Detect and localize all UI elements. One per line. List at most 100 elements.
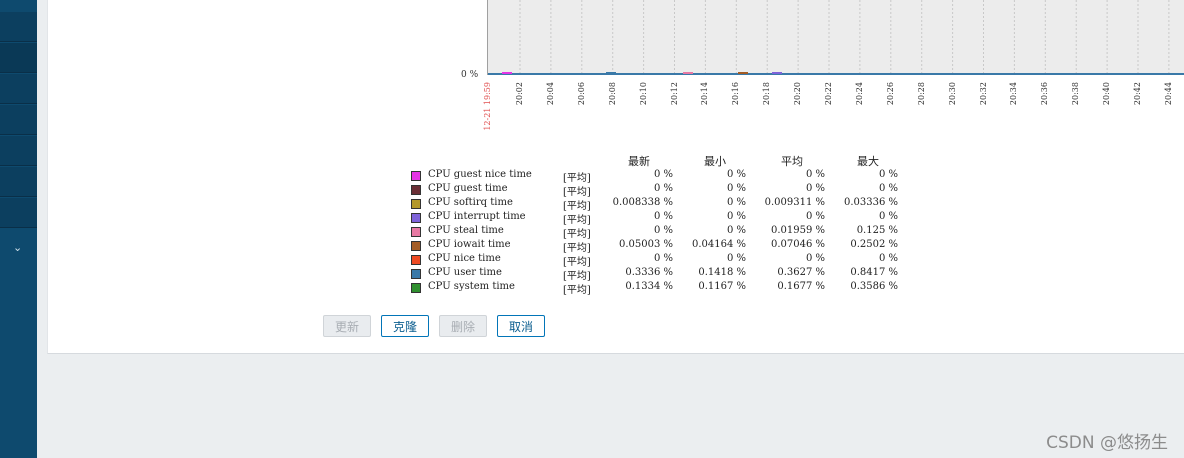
sidebar-item[interactable] xyxy=(0,74,37,104)
legend-item-last: 0.1334 % xyxy=(625,281,673,292)
legend-item-min: 0 % xyxy=(726,211,746,222)
legend-item-last: 0 % xyxy=(653,169,673,180)
legend-swatch xyxy=(411,213,421,223)
legend-item-name: CPU interrupt time xyxy=(428,211,526,222)
legend-item-name: CPU softirq time xyxy=(428,197,513,208)
legend-item-function: [平均] xyxy=(563,271,591,282)
watermark: CSDN @悠扬生 xyxy=(1046,433,1168,453)
legend-item: CPU interrupt time [平均] 0 % 0 % 0 % 0 % xyxy=(411,211,911,226)
sidebar: ⌄ xyxy=(0,0,37,458)
legend-item: CPU steal time [平均] 0 % 0 % 0.01959 % 0.125 % xyxy=(411,225,911,240)
legend-swatch xyxy=(411,255,421,265)
legend-item-min: 0 % xyxy=(726,169,746,180)
legend-item-last: 0 % xyxy=(653,211,673,222)
legend-item: CPU iowait time [平均] 0.05003 % 0.04164 % 0.0… xyxy=(411,239,911,254)
sidebar-item[interactable] xyxy=(0,136,37,166)
legend-item-last: 0 % xyxy=(653,183,673,194)
sidebar-item[interactable] xyxy=(0,12,37,42)
legend-item-last: 0 % xyxy=(653,253,673,264)
x-tick-label: 20:10 xyxy=(638,82,648,106)
sidebar-item[interactable] xyxy=(0,198,37,228)
x-tick-label: 20:32 xyxy=(978,82,988,106)
legend-item: CPU user time [平均] 0.3336 % 0.1418 % 0.3627 … xyxy=(411,267,911,282)
x-tick-label: 20:02 xyxy=(515,82,524,106)
delete-button[interactable]: 删除 xyxy=(439,315,487,337)
series-spike xyxy=(683,72,693,74)
legend-item-min: 0.1167 % xyxy=(698,281,746,292)
legend-item-max: 0 % xyxy=(878,253,898,264)
legend-item-min: 0 % xyxy=(726,183,746,194)
x-tick-label: 12-21 19:59 xyxy=(483,82,492,131)
graph-grid xyxy=(488,0,1184,75)
legend-item-name: CPU user time xyxy=(428,267,502,278)
legend-item: CPU guest nice time [平均] 0 % 0 % 0 % 0 % xyxy=(411,169,911,184)
x-tick-label: 20:28 xyxy=(916,82,926,106)
legend-item-function: [平均] xyxy=(563,173,591,184)
legend-item: CPU nice time [平均] 0 % 0 % 0 % 0 % xyxy=(411,253,911,268)
legend-swatch xyxy=(411,185,421,195)
x-tick-label: 20:12 xyxy=(669,82,679,106)
x-tick-label: 20:06 xyxy=(576,82,586,106)
legend-swatch xyxy=(411,199,421,209)
legend-item-last: 0 % xyxy=(653,225,673,236)
legend-item-max: 0.3586 % xyxy=(850,281,898,292)
x-tick-label: 20:44 xyxy=(1163,82,1173,106)
legend-item-avg: 0 % xyxy=(805,183,825,194)
legend-item-last: 0.008338 % xyxy=(612,197,673,208)
legend-item-function: [平均] xyxy=(563,187,591,198)
legend-item-function: [平均] xyxy=(563,215,591,226)
legend-item-function: [平均] xyxy=(563,229,591,240)
x-tick-label: 20:40 xyxy=(1102,82,1112,106)
legend-item-name: CPU guest time xyxy=(428,183,508,194)
legend-item-function: [平均] xyxy=(563,257,591,268)
sidebar-item[interactable] xyxy=(0,43,37,73)
legend-header-max: 最大 xyxy=(857,155,879,168)
chevron-down-icon[interactable]: ⌄ xyxy=(13,241,22,254)
x-tick-label: 20:38 xyxy=(1071,82,1081,106)
legend-item-avg: 0.01959 % xyxy=(770,225,825,236)
x-tick-label: 20:34 xyxy=(1009,82,1019,106)
legend-item-max: 0.2502 % xyxy=(850,239,898,250)
legend-item-min: 0.04164 % xyxy=(691,239,746,250)
legend-item: CPU guest time [平均] 0 % 0 % 0 % 0 % xyxy=(411,183,911,198)
legend-item-max: 0 % xyxy=(878,169,898,180)
legend-header-min: 最小 xyxy=(704,155,726,168)
legend-item-avg: 0 % xyxy=(805,253,825,264)
x-tick-label: 20:18 xyxy=(762,82,772,106)
legend-swatch xyxy=(411,269,421,279)
series-spike xyxy=(738,72,748,74)
update-button[interactable]: 更新 xyxy=(323,315,371,337)
legend-item-avg: 0.1677 % xyxy=(777,281,825,292)
series-spike xyxy=(502,72,512,74)
legend-item-avg: 0.07046 % xyxy=(770,239,825,250)
legend-item-function: [平均] xyxy=(563,285,591,296)
legend-item-name: CPU guest nice time xyxy=(428,169,532,180)
x-tick-label: 20:30 xyxy=(947,82,957,106)
x-tick-label: 20:22 xyxy=(824,82,833,106)
legend-item-avg: 0 % xyxy=(805,211,825,222)
legend-header-avg: 平均 xyxy=(781,155,803,168)
x-tick-label: 20:42 xyxy=(1133,82,1142,106)
legend-item-max: 0 % xyxy=(878,183,898,194)
sidebar-item[interactable] xyxy=(0,105,37,135)
x-tick-label: 20:16 xyxy=(731,82,741,106)
legend-item-last: 0.05003 % xyxy=(618,239,673,250)
legend-item-function: [平均] xyxy=(563,201,591,212)
legend-item-min: 0 % xyxy=(726,197,746,208)
x-tick-label: 20:04 xyxy=(545,82,555,106)
series-spike xyxy=(606,72,616,74)
cancel-button[interactable]: 取消 xyxy=(497,315,545,337)
series-trace xyxy=(488,73,1184,75)
legend-item-avg: 0.009311 % xyxy=(764,197,825,208)
legend-swatch xyxy=(411,241,421,251)
legend-item: CPU system time [平均] 0.1334 % 0.1167 % 0.167… xyxy=(411,281,911,296)
x-tick-label: 20:14 xyxy=(700,82,710,106)
sidebar-item[interactable] xyxy=(0,167,37,197)
clone-button[interactable]: 克隆 xyxy=(381,315,429,337)
legend-swatch xyxy=(411,283,421,293)
series-spike xyxy=(772,72,782,74)
y-axis-zero-label: 0 % xyxy=(461,70,479,80)
x-tick-label: 20:24 xyxy=(854,82,864,106)
x-tick-label: 20:36 xyxy=(1040,82,1050,106)
legend-item-max: 0.03336 % xyxy=(843,197,898,208)
